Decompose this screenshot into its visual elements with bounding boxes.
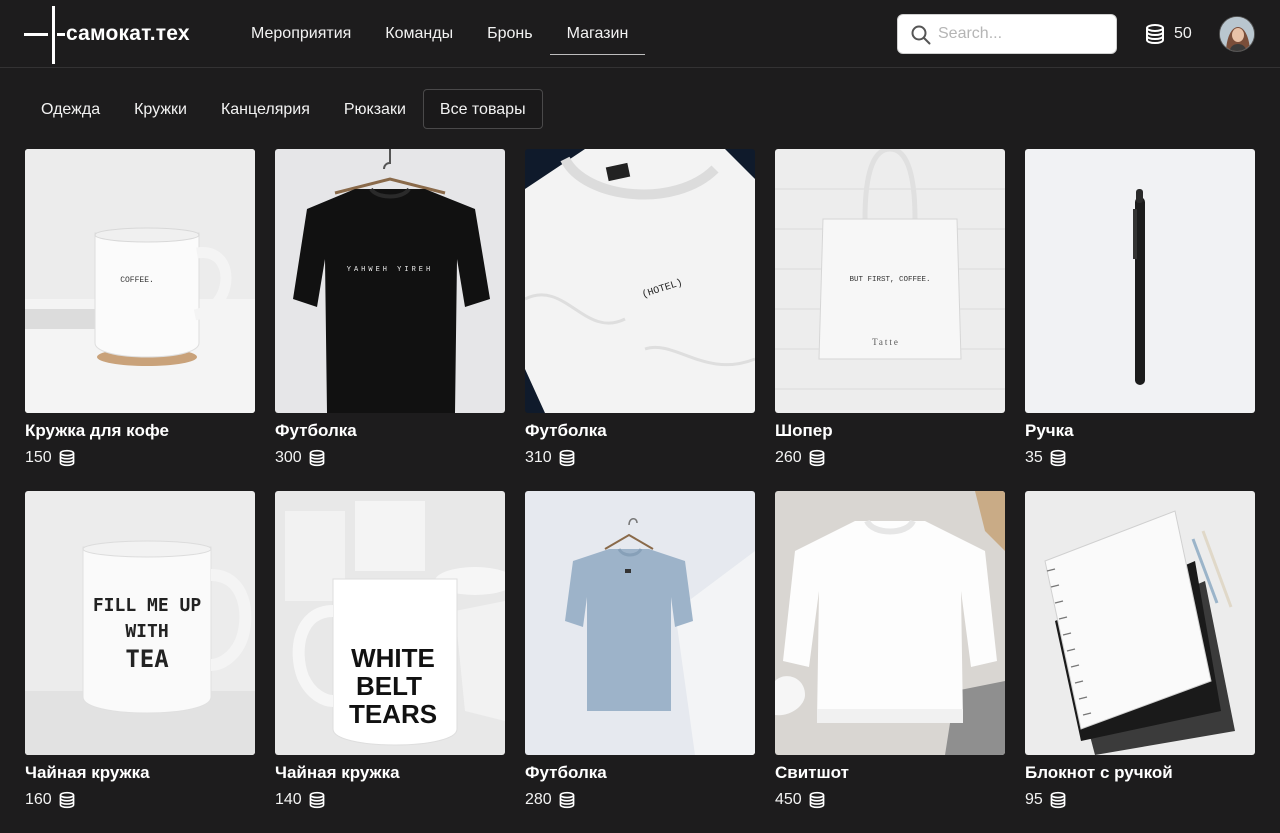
product-image-tea-mug: FILL ME UP WITH TEA bbox=[25, 491, 255, 755]
product-price: 450 bbox=[775, 791, 1005, 809]
product-card[interactable]: BUT FIRST, COFFEE. Tatte Шопер 260 bbox=[775, 149, 1005, 491]
svg-text:BELT: BELT bbox=[356, 671, 422, 701]
category-backpacks[interactable]: Рюкзаки bbox=[327, 89, 423, 129]
product-image-tote-bag: BUT FIRST, COFFEE. Tatte bbox=[775, 149, 1005, 413]
product-card[interactable]: COFFEE. Кружка для кофе 150 bbox=[25, 149, 255, 491]
product-price: 280 bbox=[525, 791, 755, 809]
product-title: Футболка bbox=[275, 421, 357, 440]
product-grid: COFFEE. Кружка для кофе 150 YAHWEH YIREH… bbox=[25, 149, 1255, 833]
coins-icon bbox=[1050, 791, 1066, 809]
product-image-pen bbox=[1025, 149, 1255, 413]
product-title: Чайная кружка bbox=[25, 763, 150, 782]
product-card[interactable]: Блокнот с ручкой 95 bbox=[1025, 491, 1255, 833]
product-price: 160 bbox=[25, 791, 255, 809]
coins-icon bbox=[1050, 449, 1066, 467]
svg-text:YAHWEH YIREH: YAHWEH YIREH bbox=[347, 266, 433, 274]
product-image-blue-tshirt bbox=[525, 491, 755, 755]
product-title: Чайная кружка bbox=[275, 763, 400, 782]
svg-text:FILL ME UP: FILL ME UP bbox=[93, 595, 202, 616]
coins-icon bbox=[1146, 24, 1164, 45]
product-image-notebook bbox=[1025, 491, 1255, 755]
coins-icon bbox=[559, 449, 575, 467]
coins-icon bbox=[809, 449, 825, 467]
category-all[interactable]: Все товары bbox=[422, 89, 543, 129]
svg-text:BUT FIRST, COFFEE.: BUT FIRST, COFFEE. bbox=[849, 276, 930, 284]
product-card[interactable]: FILL ME UP WITH TEA Чайная кружка 160 bbox=[25, 491, 255, 833]
nav-item-events[interactable]: Мероприятия bbox=[234, 0, 368, 68]
coins-icon bbox=[59, 449, 75, 467]
product-price: 95 bbox=[1025, 791, 1255, 809]
product-image-sweatshirt bbox=[775, 491, 1005, 755]
product-card[interactable]: Футболка 280 bbox=[525, 491, 755, 833]
search-box bbox=[897, 14, 1117, 54]
svg-text:Tatte: Tatte bbox=[872, 337, 900, 347]
product-price: 310 bbox=[525, 449, 755, 467]
coins-icon bbox=[309, 791, 325, 809]
product-image-black-tshirt: YAHWEH YIREH bbox=[275, 149, 505, 413]
coins-icon bbox=[309, 449, 325, 467]
category-mugs[interactable]: Кружки bbox=[117, 89, 204, 129]
product-card[interactable]: WHITE BELT TEARS Чайная кружка 140 bbox=[275, 491, 505, 833]
product-price: 150 bbox=[25, 449, 255, 467]
product-card[interactable]: Ручка 35 bbox=[1025, 149, 1255, 491]
svg-text:COFFEE.: COFFEE. bbox=[120, 276, 154, 285]
category-clothes[interactable]: Одежда bbox=[24, 89, 117, 129]
product-title: Блокнот с ручкой bbox=[1025, 763, 1173, 782]
product-price: 35 bbox=[1025, 449, 1255, 467]
product-price: 260 bbox=[775, 449, 1005, 467]
svg-text:TEA: TEA bbox=[125, 645, 169, 673]
product-title: Ручка bbox=[1025, 421, 1074, 440]
coins-icon bbox=[809, 791, 825, 809]
product-card[interactable]: YAHWEH YIREH Футболка 300 bbox=[275, 149, 505, 491]
product-image-coffee-mug: COFFEE. bbox=[25, 149, 255, 413]
product-image-tea-mug-white-belt: WHITE BELT TEARS bbox=[275, 491, 505, 755]
coin-balance: 50 bbox=[1144, 20, 1192, 48]
search-input[interactable] bbox=[938, 15, 1110, 53]
category-filter: Одежда Кружки Канцелярия Рюкзаки Все тов… bbox=[24, 89, 543, 129]
product-title: Кружка для кофе bbox=[25, 421, 169, 440]
user-avatar-icon[interactable] bbox=[1219, 16, 1255, 52]
top-bar: самокат.тех Мероприятия Команды Бронь Ма… bbox=[0, 0, 1280, 68]
product-price: 300 bbox=[275, 449, 505, 467]
product-title: Футболка bbox=[525, 763, 607, 782]
logo[interactable]: самокат.тех bbox=[24, 6, 214, 64]
logo-mark-icon bbox=[24, 6, 65, 64]
coins-icon bbox=[559, 791, 575, 809]
svg-text:WITH: WITH bbox=[125, 621, 168, 642]
category-stationery[interactable]: Канцелярия bbox=[204, 89, 327, 129]
svg-text:WHITE: WHITE bbox=[351, 643, 435, 673]
balance-value: 50 bbox=[1174, 25, 1192, 42]
product-image-white-tshirt: (HOTEL) bbox=[525, 149, 755, 413]
nav-item-booking[interactable]: Бронь bbox=[470, 0, 549, 68]
product-title: Шопер bbox=[775, 421, 833, 440]
main-nav: Мероприятия Команды Бронь Магазин bbox=[234, 0, 646, 68]
nav-item-teams[interactable]: Команды bbox=[368, 0, 470, 68]
svg-text:TEARS: TEARS bbox=[349, 699, 437, 729]
product-price: 140 bbox=[275, 791, 505, 809]
nav-item-shop[interactable]: Магазин bbox=[549, 0, 646, 68]
search-icon bbox=[911, 25, 931, 45]
product-card[interactable]: (HOTEL) Футболка 310 bbox=[525, 149, 755, 491]
product-title: Свитшот bbox=[775, 763, 849, 782]
coins-icon bbox=[59, 791, 75, 809]
logo-text: самокат.тех bbox=[66, 22, 190, 45]
product-title: Футболка bbox=[525, 421, 607, 440]
product-card[interactable]: Свитшот 450 bbox=[775, 491, 1005, 833]
